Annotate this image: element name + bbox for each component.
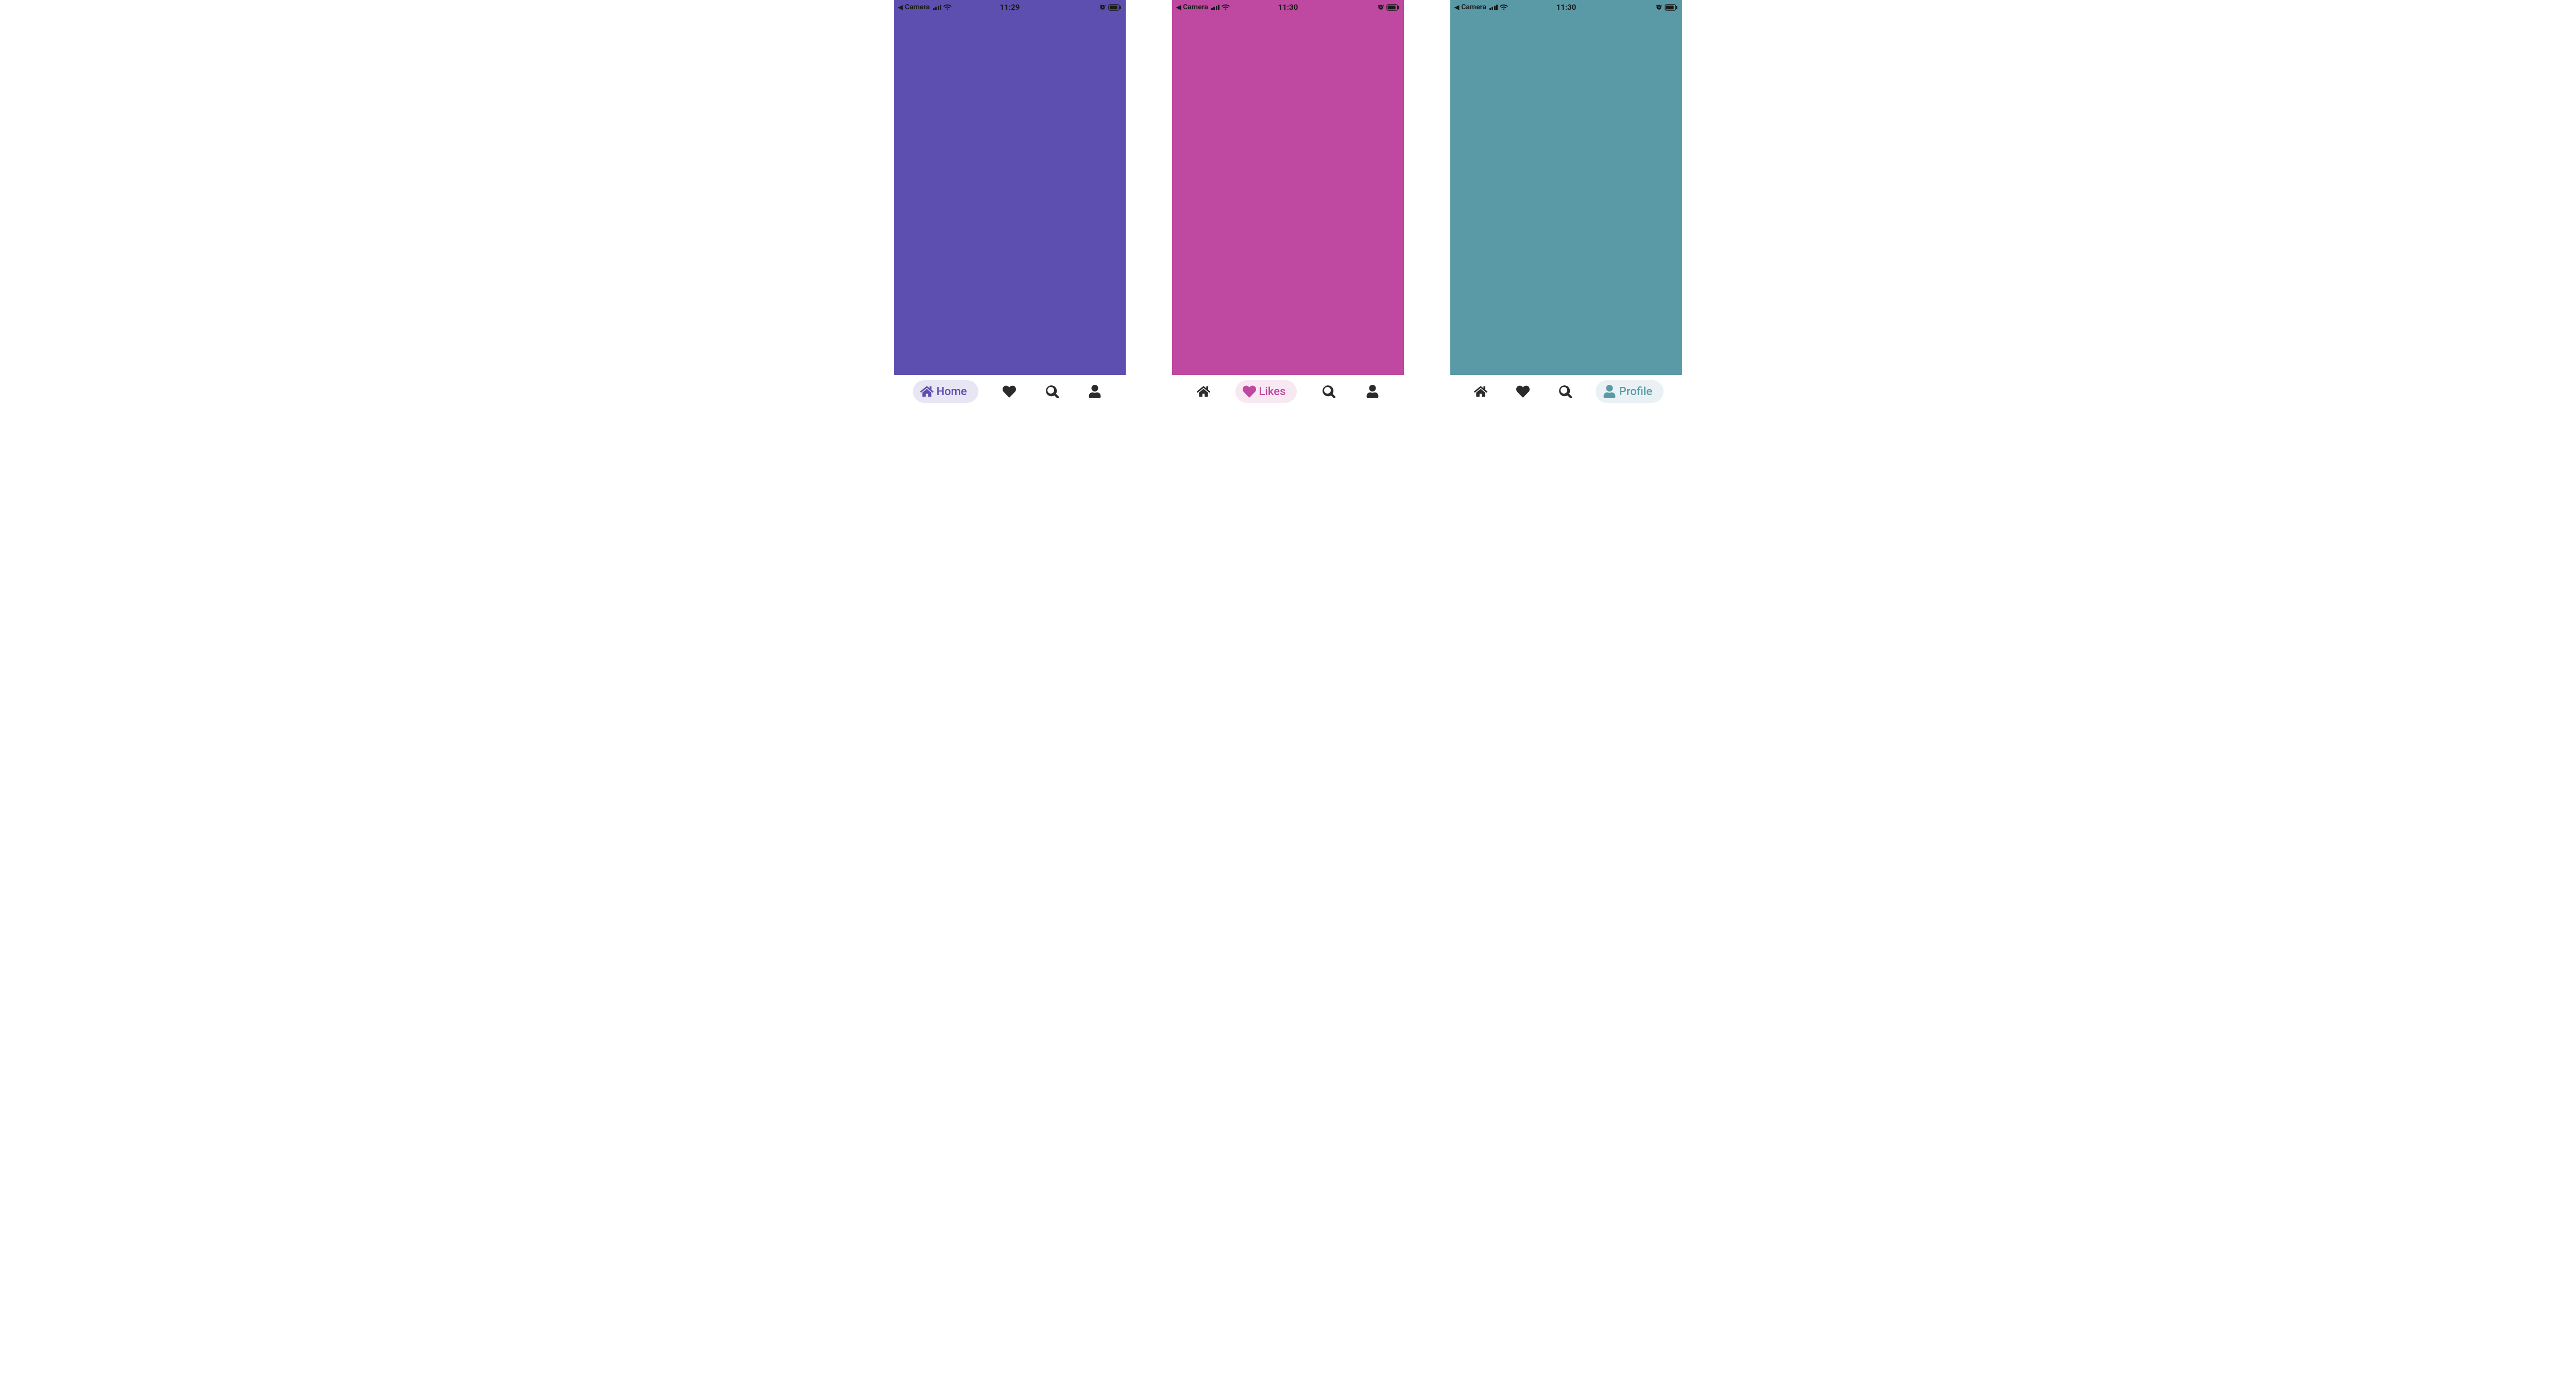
tab-search[interactable]: Search — [1040, 380, 1064, 403]
house-icon — [920, 385, 934, 398]
search-icon — [1558, 385, 1572, 398]
heart-icon — [1003, 385, 1016, 398]
alarm-icon — [1377, 4, 1384, 11]
tab-profile[interactable]: Profile — [1083, 380, 1107, 403]
tab-profile[interactable]: Profile — [1361, 380, 1384, 403]
tab-likes[interactable]: Likes — [1235, 380, 1297, 403]
cellular-signal-icon — [1211, 5, 1220, 10]
phone-screen: ◀ Camera 11:30 Home — [1172, 0, 1404, 412]
search-icon — [1322, 385, 1335, 398]
phone-screen: ◀ Camera 11:30 Home — [1450, 0, 1682, 412]
back-chevron-icon[interactable]: ◀ — [898, 4, 903, 11]
status-bar: ◀ Camera 11:30 — [1172, 0, 1404, 14]
house-icon — [1197, 385, 1210, 398]
alarm-icon — [1655, 4, 1663, 11]
cellular-signal-icon — [1489, 5, 1498, 10]
wifi-icon — [943, 3, 952, 11]
phone-screen: ◀ Camera 11:29 Home — [894, 0, 1126, 412]
user-icon — [1366, 385, 1379, 398]
content-area — [1172, 14, 1404, 375]
tab-search[interactable]: Search — [1553, 380, 1577, 403]
cellular-signal-icon — [933, 5, 942, 10]
tab-home[interactable]: Home — [1192, 380, 1215, 403]
clock-time: 11:29 — [1000, 3, 1020, 12]
tab-label: Home — [937, 385, 967, 398]
status-right — [1655, 4, 1678, 11]
content-area — [1450, 14, 1682, 375]
back-chevron-icon[interactable]: ◀ — [1176, 4, 1181, 11]
status-left: ◀ Camera — [1176, 3, 1230, 11]
house-icon — [1474, 385, 1487, 398]
tab-likes[interactable]: Likes — [1511, 380, 1535, 403]
user-icon — [1603, 385, 1616, 398]
search-icon — [1045, 385, 1059, 398]
tab-label: Profile — [1619, 385, 1652, 398]
user-icon — [1088, 385, 1101, 398]
tab-home[interactable]: Home — [1469, 380, 1493, 403]
wifi-icon — [1500, 3, 1508, 11]
status-left: ◀ Camera — [1454, 3, 1508, 11]
content-area — [894, 14, 1126, 375]
wifi-icon — [1222, 3, 1230, 11]
status-bar: ◀ Camera 11:29 — [894, 0, 1126, 14]
status-right — [1099, 4, 1122, 11]
heart-icon — [1516, 385, 1530, 398]
status-right — [1377, 4, 1400, 11]
status-bar: ◀ Camera 11:30 — [1450, 0, 1682, 14]
battery-icon — [1386, 4, 1400, 11]
tab-bar: Home Likes Search Profile — [894, 375, 1126, 412]
tab-likes[interactable]: Likes — [997, 380, 1021, 403]
tab-label: Likes — [1259, 385, 1286, 398]
tab-bar: Home Likes Search Profile — [1450, 375, 1682, 412]
back-app-label[interactable]: Camera — [1183, 3, 1208, 11]
back-chevron-icon[interactable]: ◀ — [1454, 4, 1459, 11]
battery-icon — [1108, 4, 1122, 11]
back-app-label[interactable]: Camera — [1461, 3, 1486, 11]
battery-icon — [1665, 4, 1678, 11]
alarm-icon — [1099, 4, 1106, 11]
tab-profile[interactable]: Profile — [1596, 380, 1664, 403]
clock-time: 11:30 — [1556, 3, 1577, 12]
tab-home[interactable]: Home — [913, 380, 978, 403]
back-app-label[interactable]: Camera — [905, 3, 930, 11]
status-left: ◀ Camera — [898, 3, 952, 11]
heart-icon — [1243, 385, 1256, 398]
tab-search[interactable]: Search — [1317, 380, 1341, 403]
tab-bar: Home Likes Search Profile — [1172, 375, 1404, 412]
clock-time: 11:30 — [1278, 3, 1298, 12]
